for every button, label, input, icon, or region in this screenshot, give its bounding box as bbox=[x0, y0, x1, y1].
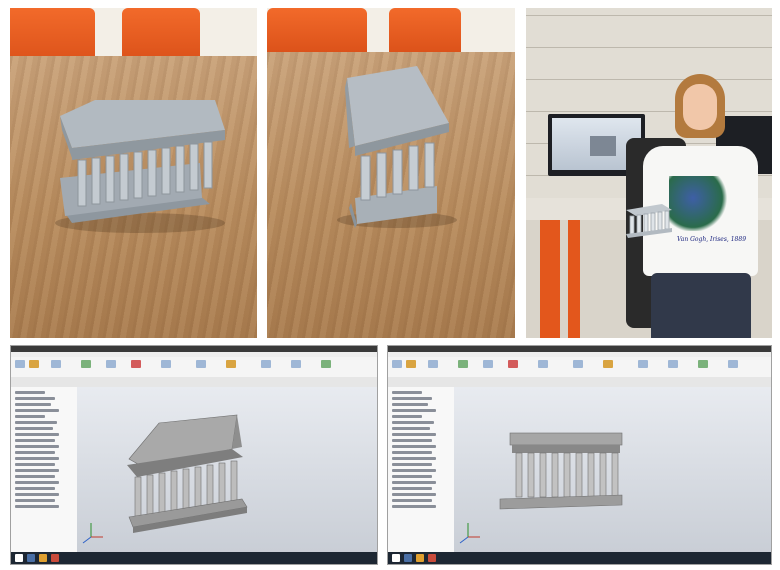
photo-student: Van Gogh, Irises, 1889 bbox=[526, 8, 772, 338]
temple-model-angled bbox=[337, 66, 457, 228]
cad-window-isometric bbox=[10, 345, 378, 565]
photo-temple-front bbox=[10, 8, 257, 338]
cad-model-tree bbox=[11, 387, 78, 552]
cad-viewport bbox=[77, 387, 377, 552]
cad-model-tree bbox=[388, 387, 455, 552]
held-temple-model bbox=[626, 204, 672, 238]
cad-ribbon bbox=[388, 357, 771, 378]
cad-ribbon bbox=[11, 357, 377, 378]
cad-viewport bbox=[454, 387, 771, 552]
cad-temple-isometric bbox=[82, 414, 248, 544]
windows-taskbar bbox=[388, 552, 771, 564]
windows-taskbar bbox=[11, 552, 377, 564]
temple-model-front bbox=[55, 100, 225, 233]
tshirt-caption: Van Gogh, Irises, 1889 bbox=[677, 236, 747, 243]
cad-temple-front bbox=[459, 432, 623, 544]
photo-temple-angled bbox=[267, 8, 515, 338]
cad-window-front bbox=[387, 345, 772, 565]
